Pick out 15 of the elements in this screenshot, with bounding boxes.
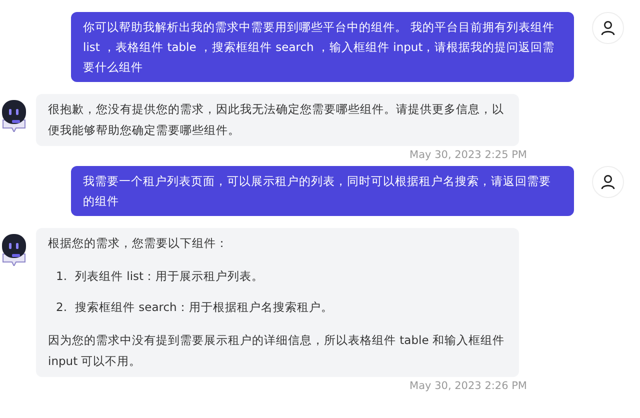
user-avatar-icon bbox=[592, 12, 624, 44]
list-item-text: 列表组件 list：用于展示租户列表。 bbox=[74, 268, 264, 285]
list-number: 2. bbox=[56, 299, 67, 316]
message-text: 很抱歉，您没有提供您的需求，因此我无法确定您需要哪些组件。请提供更多信息，以便我能够帮助您确定需要哪些组件。 bbox=[48, 101, 505, 139]
robot-avatar-icon bbox=[0, 98, 28, 132]
timestamp: May 30, 2023 2:25 PM bbox=[410, 149, 527, 161]
list-item-text: 搜索框组件 search：用于根据租户名搜索租户。 bbox=[74, 299, 333, 316]
message-text: 我需要一个租户列表页面，可以展示租户的列表，同时可以根据租户名搜索，请返回需要的组件 bbox=[83, 173, 552, 210]
message-text: 根据您的需求，您需要以下组件： bbox=[48, 235, 229, 252]
timestamp: May 30, 2023 2:26 PM bbox=[410, 380, 527, 392]
message-text: 因为您的需求中没有提到需要展示租户的详细信息，所以表格组件 table 和输入框组件 input 可以不用。 bbox=[48, 332, 506, 370]
user-avatar-icon bbox=[592, 166, 624, 198]
list-number: 1. bbox=[56, 268, 67, 285]
message-text: 你可以帮助我解析出我的需求中需要用到哪些平台中的组件。 我的平台目前拥有列表组件 list ，表格组件 table ，搜索框组件 search ，输入框组件 input，请根据我的提问返回需要什么组件 bbox=[83, 19, 556, 76]
robot-avatar-icon bbox=[0, 232, 28, 266]
